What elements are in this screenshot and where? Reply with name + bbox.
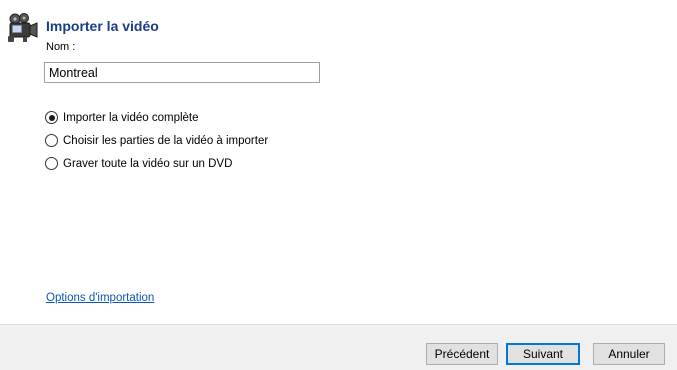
radio-import-full[interactable]: Importer la vidéo complète [45, 111, 199, 124]
cancel-button[interactable]: Annuler [593, 343, 665, 365]
dialog-content: Importer la vidéo Nom : Importer la vidé… [0, 0, 677, 324]
radio-button[interactable] [45, 157, 58, 170]
radio-label: Choisir les parties de la vidéo à import… [63, 134, 269, 147]
name-input[interactable] [44, 62, 320, 83]
import-options-link[interactable]: Options d'importation [46, 292, 154, 304]
radio-button-selected[interactable] [45, 111, 58, 124]
camcorder-icon [8, 13, 38, 42]
name-label: Nom : [46, 41, 76, 53]
radio-choose-parts[interactable]: Choisir les parties de la vidéo à import… [45, 134, 268, 147]
radio-label: Importer la vidéo complète [63, 111, 199, 124]
page-title: Importer la vidéo [46, 18, 159, 34]
radio-label: Graver toute la vidéo sur un DVD [63, 157, 233, 170]
dialog-footer: Précédent Suivant Annuler [0, 324, 677, 370]
radio-burn-dvd[interactable]: Graver toute la vidéo sur un DVD [45, 157, 232, 170]
next-button[interactable]: Suivant [506, 343, 580, 365]
previous-button[interactable]: Précédent [426, 343, 498, 365]
radio-button[interactable] [45, 134, 58, 147]
